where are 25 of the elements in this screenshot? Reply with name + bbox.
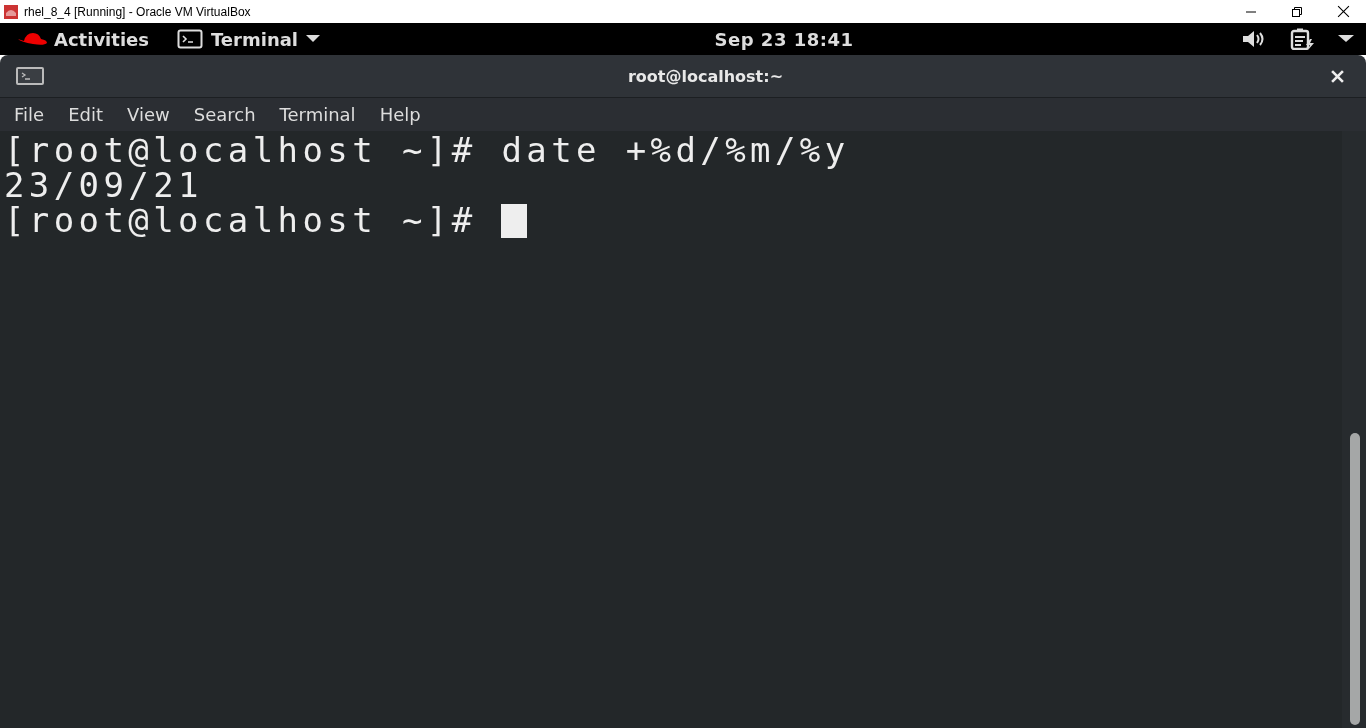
close-icon: [1336, 5, 1350, 18]
caret-icon: [306, 35, 320, 43]
menu-item[interactable]: Terminal: [269, 104, 366, 125]
menu-item[interactable]: File: [4, 104, 55, 125]
terminal-line: [root@localhost ~]#: [4, 203, 478, 238]
terminal-line: [root@localhost ~]# date +%d/%m/%y: [4, 133, 850, 168]
menu-item[interactable]: Edit: [58, 104, 113, 125]
menu-item[interactable]: Search: [183, 104, 266, 125]
hat-icon: [18, 31, 48, 47]
menu-item[interactable]: Help: [369, 104, 431, 125]
terminal-app-menu[interactable]: Terminal: [177, 28, 330, 50]
terminal-title: root@localhost:~: [626, 66, 784, 86]
caret-icon[interactable]: [1338, 35, 1354, 43]
menu-item[interactable]: View: [117, 104, 180, 125]
clock[interactable]: Sep 23 18:41: [714, 28, 854, 50]
terminal-line: 23/09/21: [4, 168, 203, 203]
close-icon: [1331, 69, 1344, 83]
activities-button[interactable]: Activities: [18, 28, 159, 50]
terminal-icon: [16, 67, 44, 85]
window-title: rhel_8_4 [Running] - Oracle VM VirtualBox: [24, 4, 251, 19]
battery-icon[interactable]: [1290, 28, 1316, 50]
terminal-icon: [177, 29, 203, 49]
app-icon: [3, 3, 19, 20]
scrollbar-thumb[interactable]: [1350, 433, 1360, 725]
restore-icon: [1291, 5, 1303, 18]
